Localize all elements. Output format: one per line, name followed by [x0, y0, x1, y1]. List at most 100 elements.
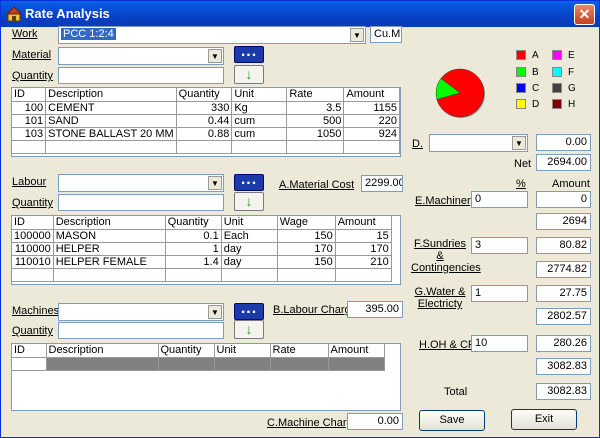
chevron-down-icon[interactable]: ▼: [208, 305, 222, 319]
material-col-id: ID: [12, 88, 47, 102]
table-row[interactable]: 110000 HELPER 1 day 170 170: [12, 242, 392, 256]
legend-swatch-a: [516, 50, 526, 60]
cell-rate: 3.5: [286, 101, 345, 115]
labour-col-unit: Unit: [221, 216, 278, 230]
save-button[interactable]: Save: [419, 410, 485, 431]
table-row[interactable]: 100 CEMENT 330 Kg 3.5 1155: [12, 101, 400, 115]
material-grid[interactable]: ID Description Quantity Unit Rate Amount…: [11, 87, 401, 157]
material-col-rate: Rate: [286, 88, 345, 102]
chevron-down-icon[interactable]: ▼: [512, 136, 526, 150]
legend-swatch-g: [552, 83, 562, 93]
machine-charge-value: 0.00: [347, 413, 403, 430]
sundries-subtotal: 2774.82: [536, 261, 591, 278]
material-select[interactable]: ▼: [58, 47, 224, 65]
cell-unit: day: [221, 242, 278, 256]
cell-amount: 924: [343, 127, 400, 141]
legend-label-d: D: [532, 99, 540, 110]
labour-select[interactable]: ▼: [58, 174, 224, 192]
cell-amount: 15: [335, 229, 392, 243]
d-select[interactable]: ▼: [429, 134, 528, 152]
cell-quantity: 1.4: [165, 255, 222, 269]
cell-description: HELPER FEMALE: [53, 255, 166, 269]
labour-quantity-input[interactable]: [58, 194, 224, 211]
machines-quantity-label: Quantity: [12, 325, 53, 337]
cell-amount: 210: [335, 255, 392, 269]
legend-swatch-f: [552, 67, 562, 77]
chevron-down-icon[interactable]: ▼: [350, 28, 364, 42]
material-col-description: Description: [45, 88, 177, 102]
oh-cp-amount: 280.26: [536, 335, 591, 352]
labour-browse-button[interactable]: ...: [234, 172, 264, 191]
labour-quantity-label: Quantity: [12, 197, 53, 209]
title-bar: Rate Analysis ✕: [1, 1, 599, 27]
machines-quantity-input[interactable]: [58, 322, 224, 339]
legend-swatch-b: [516, 67, 526, 77]
table-row[interactable]: 110010 HELPER FEMALE 1.4 day 150 210: [12, 255, 392, 269]
labour-add-button[interactable]: ↓: [234, 192, 264, 211]
legend-label-b: B: [532, 67, 539, 78]
table-row[interactable]: 103 STONE BALLAST 20 MM 0.88 cum 1050 92…: [12, 127, 400, 141]
legend-swatch-d: [516, 99, 526, 109]
net-label: Net: [514, 158, 532, 170]
sundries-percent-input[interactable]: 3: [471, 237, 528, 254]
machines-grid[interactable]: ID Description Quantity Unit Rate Amount: [11, 343, 401, 411]
cost-pie-chart: [435, 68, 485, 118]
table-row-empty[interactable]: [12, 140, 400, 154]
machinery-subtotal: 2694: [536, 213, 591, 230]
material-cost-value: 2299.00: [361, 175, 403, 192]
table-row-empty[interactable]: [12, 268, 392, 282]
cell-rate: 500: [286, 114, 345, 128]
chevron-down-icon[interactable]: ▼: [208, 49, 222, 63]
machines-browse-button[interactable]: ...: [234, 301, 264, 320]
cell-wage: 150: [277, 255, 336, 269]
material-browse-button[interactable]: ...: [234, 44, 264, 63]
machinery-percent-input[interactable]: 0: [471, 191, 528, 208]
cell-description: SAND: [45, 114, 177, 128]
cell-quantity: 1: [165, 242, 222, 256]
machines-select[interactable]: ▼: [58, 303, 224, 321]
machinery-amount: 0: [536, 191, 591, 208]
oh-cp-percent-input[interactable]: 10: [471, 335, 528, 352]
amount-header: Amount: [552, 178, 590, 190]
cell-unit: Each: [221, 229, 278, 243]
cell-description: HELPER: [53, 242, 166, 256]
cell-id: 100: [12, 101, 47, 115]
labour-label: Labour: [12, 176, 47, 188]
machines-add-button[interactable]: ↓: [234, 320, 264, 339]
cell-unit: cum: [231, 114, 288, 128]
legend-label-f: F: [568, 67, 575, 78]
cell-unit: cum: [231, 127, 288, 141]
percent-header: %: [516, 178, 526, 190]
total-value: 3082.83: [536, 383, 591, 400]
material-add-button[interactable]: ↓: [234, 65, 264, 84]
work-select[interactable]: PCC 1:2:4 ▼: [58, 26, 366, 44]
cell-amount: 1155: [343, 101, 400, 115]
close-button[interactable]: ✕: [574, 4, 595, 25]
exit-button[interactable]: Exit: [511, 409, 577, 430]
water-electricity-percent-input[interactable]: 1: [471, 285, 528, 302]
table-row-new[interactable]: [12, 357, 385, 371]
cell-unit: day: [221, 255, 278, 269]
cell-quantity: 0.44: [176, 114, 233, 128]
cell-id: 101: [12, 114, 47, 128]
labour-charge-label: B.Labour Charge: [273, 304, 357, 316]
legend-swatch-h: [552, 99, 562, 109]
cell-id: 103: [12, 127, 47, 141]
cell-quantity: 0.1: [165, 229, 222, 243]
d-value: 0.00: [536, 134, 591, 151]
table-row[interactable]: 101 SAND 0.44 cum 500 220: [12, 114, 400, 128]
arrow-down-icon: ↓: [245, 321, 253, 337]
table-row[interactable]: 100000 MASON 0.1 Each 150 15: [12, 229, 392, 243]
work-value: PCC 1:2:4: [61, 28, 116, 40]
machines-col-id: ID: [12, 344, 47, 358]
water-electricity-amount: 27.75: [536, 285, 591, 302]
material-quantity-input[interactable]: [58, 67, 224, 84]
d-label: D.: [412, 138, 423, 150]
cell-quantity: 330: [176, 101, 233, 115]
chevron-down-icon[interactable]: ▼: [208, 176, 222, 190]
labour-grid[interactable]: ID Description Quantity Unit Wage Amount…: [11, 215, 401, 285]
material-col-quantity: Quantity: [176, 88, 233, 102]
legend-label-g: G: [568, 83, 576, 94]
labour-col-id: ID: [12, 216, 54, 230]
labour-col-quantity: Quantity: [165, 216, 222, 230]
